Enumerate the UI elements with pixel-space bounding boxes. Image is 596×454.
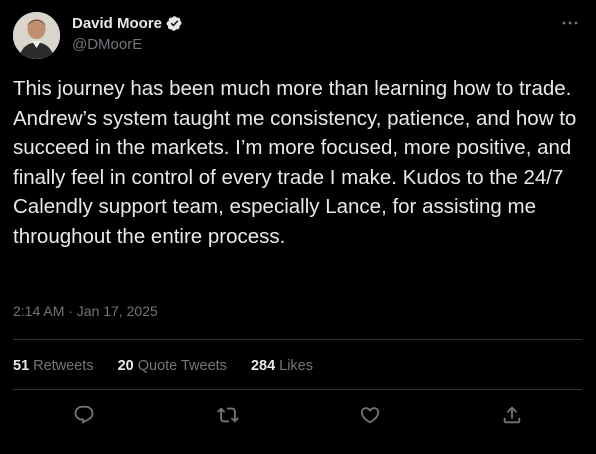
tweet-timestamp[interactable]: 2:14 AM · Jan 17, 2025 — [13, 303, 158, 319]
likes-stat[interactable]: 284 Likes — [251, 358, 313, 374]
avatar[interactable] — [13, 12, 60, 59]
retweets-label: Retweets — [33, 358, 94, 374]
divider — [13, 389, 582, 390]
user-names: David Moore @DMoorE — [72, 15, 183, 53]
tweet-actions — [0, 404, 596, 430]
likes-count: 284 — [250, 358, 276, 374]
user-handle[interactable]: @DMoorE — [72, 36, 183, 53]
retweet-icon — [217, 407, 239, 423]
share-button[interactable] — [501, 404, 523, 426]
reply-button[interactable] — [73, 404, 95, 426]
display-name[interactable]: David Moore — [72, 15, 162, 32]
retweets-count: 51 — [13, 358, 30, 374]
tweet-text: This journey has been much more than lea… — [13, 77, 577, 248]
avatar-image — [13, 12, 60, 59]
more-icon[interactable] — [560, 16, 580, 30]
reply-icon — [74, 405, 94, 424]
retweet-button[interactable] — [217, 404, 239, 426]
like-button[interactable] — [359, 404, 381, 426]
quotes-label: Quote Tweets — [137, 358, 227, 374]
retweets-stat[interactable]: 51 Retweets — [13, 358, 94, 374]
name-row: David Moore — [72, 15, 183, 32]
heart-icon — [360, 407, 380, 424]
share-icon — [503, 406, 521, 424]
divider — [13, 339, 582, 340]
tweet-header: David Moore @DMoorE — [13, 12, 582, 62]
tweet-card: David Moore @DMoorE This journey has bee… — [0, 0, 596, 454]
quotes-count: 20 — [117, 358, 134, 374]
tweet-stats: 51 Retweets 20 Quote Tweets 284 Likes — [13, 358, 313, 374]
quotes-stat[interactable]: 20 Quote Tweets — [118, 358, 227, 374]
likes-label: Likes — [279, 358, 313, 374]
verified-badge-icon — [166, 15, 183, 32]
